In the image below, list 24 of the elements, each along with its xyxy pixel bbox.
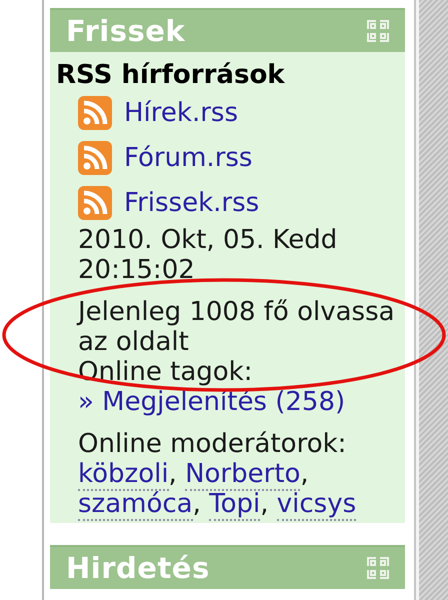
feed-link[interactable]: Hírek.rss	[124, 98, 238, 128]
readers-count: Jelenleg 1008 fő olvassa az oldalt	[76, 297, 396, 357]
expand-icon[interactable]	[367, 20, 389, 42]
expand-icon[interactable]	[367, 557, 389, 579]
show-members-link[interactable]: » Megjelenítés (258)	[78, 387, 346, 417]
feed-link[interactable]: Fórum.rss	[124, 142, 252, 172]
moderator-link[interactable]: köbzoli	[78, 459, 169, 491]
comma: ,	[192, 489, 201, 519]
section-title: RSS hírforrások	[56, 59, 286, 90]
date-time: 2010. Okt, 05. Kedd 20:15:02	[77, 225, 338, 285]
rss-icon[interactable]	[78, 140, 112, 174]
moderator-link[interactable]: Topi	[209, 489, 260, 521]
moderator-link[interactable]: Norberto	[185, 459, 300, 491]
moderators-label: Online moderátorok:	[77, 429, 348, 459]
moderator-link[interactable]: szamóca	[78, 489, 193, 521]
panel-title: Hirdetés	[66, 551, 210, 585]
comma: ,	[168, 459, 177, 489]
rss-icon[interactable]	[78, 96, 112, 130]
panel-title: Frissek	[66, 14, 186, 48]
feed-link[interactable]: Frissek.rss	[124, 188, 260, 218]
rss-icon[interactable]	[78, 186, 112, 220]
comma: ,	[260, 489, 268, 519]
comma: ,	[300, 459, 309, 489]
moderator-link[interactable]: vicsys	[276, 489, 356, 521]
